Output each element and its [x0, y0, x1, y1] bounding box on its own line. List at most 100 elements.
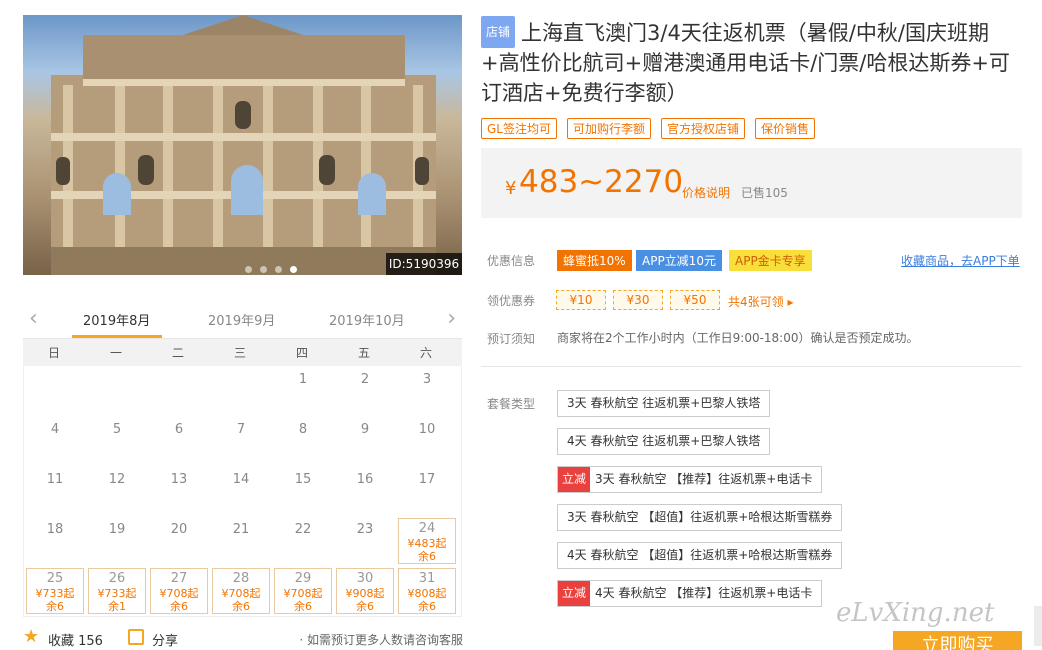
calendar-empty-cell	[24, 366, 86, 416]
image-id-tag: ID:5190396	[386, 253, 462, 275]
day-remaining: 余6	[356, 600, 374, 613]
chevron-left-icon[interactable]: ‹	[29, 306, 38, 331]
slide-indicator[interactable]	[245, 266, 297, 273]
calendar-day-available[interactable]: 26 ¥733起 余1	[88, 568, 146, 614]
slide-dot[interactable]	[275, 266, 282, 273]
package-label: 3天 春秋航空 往返机票+巴黎人铁塔	[567, 396, 761, 410]
coupons-more-link[interactable]: 共4张可领 ▸	[728, 293, 793, 310]
ruins-facade-illustration	[51, 15, 436, 275]
star-icon[interactable]: ★	[23, 626, 39, 647]
calendar-day: 22	[272, 516, 334, 566]
weekday-label: 五	[357, 346, 370, 360]
day-number: 23	[356, 522, 374, 537]
promotions-label: 优惠信息	[487, 254, 536, 268]
calendar-day: 10	[396, 416, 458, 466]
day-number: 24	[418, 521, 436, 536]
day-price: ¥908起	[345, 587, 385, 600]
calendar-day: 14	[210, 466, 272, 516]
package-option[interactable]: 3天 春秋航空 往返机票+巴黎人铁塔	[557, 390, 771, 417]
currency-symbol: ¥	[505, 178, 517, 199]
share-icon[interactable]	[128, 629, 144, 645]
tab-month-oct[interactable]: 2019年10月	[329, 310, 405, 329]
weekday-label: 六	[419, 346, 432, 360]
calendar-grid: 1 2 3 4 5 6 7 8 9 10 11 12 13 14 15 16 17 18 19 20 21 22 23 24 ¥…	[23, 366, 462, 617]
day-number: 3	[422, 372, 432, 387]
calendar-day: 8	[272, 416, 334, 466]
calendar-empty-cell	[210, 366, 272, 416]
package-option[interactable]: 4天 春秋航空 【超值】往返机票+哈根达斯雪糕券	[557, 542, 843, 569]
calendar-day-available[interactable]: 30 ¥908起 余6	[336, 568, 394, 614]
buy-now-button[interactable]: 立即购买	[893, 631, 1022, 650]
day-number: 19	[108, 522, 126, 537]
price-panel: ¥ 483~2270 价格说明 已售105	[481, 148, 1022, 218]
feature-tags: GL签注均可 可加购行李额 官方授权店铺 保价销售	[481, 118, 816, 139]
calendar-day-available[interactable]: 25 ¥733起 余6	[26, 568, 84, 614]
package-label: 3天 春秋航空 【超值】往返机票+哈根达斯雪糕券	[567, 510, 833, 524]
chevron-right-icon[interactable]: ›	[447, 306, 456, 331]
price-explain-link[interactable]: 价格说明	[682, 184, 730, 201]
calendar-day: 15	[272, 466, 334, 516]
slide-dot[interactable]	[245, 266, 252, 273]
day-number: 5	[112, 422, 122, 437]
share-button[interactable]: 分享	[152, 630, 178, 649]
coupon-10[interactable]: ¥10	[556, 290, 606, 310]
day-price: ¥708起	[159, 587, 199, 600]
scrollbar[interactable]	[1034, 606, 1042, 646]
day-number: 10	[418, 422, 436, 437]
package-label: 4天 春秋航空 往返机票+巴黎人铁塔	[567, 434, 761, 448]
tab-month-aug[interactable]: 2019年8月	[83, 310, 150, 329]
calendar-day: 23	[334, 516, 396, 566]
promo-badge-gold: APP金卡专享	[729, 250, 812, 271]
calendar-day: 21	[210, 516, 272, 566]
day-price: ¥483起	[407, 537, 447, 550]
day-number: 8	[298, 422, 308, 437]
coupon-50[interactable]: ¥50	[670, 290, 720, 310]
day-number: 6	[174, 422, 184, 437]
day-remaining: 余6	[294, 600, 312, 613]
slide-dot-active[interactable]	[290, 266, 297, 273]
package-label: 4天 春秋航空 【推荐】往返机票+电话卡	[595, 586, 813, 600]
calendar-day: 11	[24, 466, 86, 516]
coupon-30[interactable]: ¥30	[613, 290, 663, 310]
calendar-day: 18	[24, 516, 86, 566]
favorite-app-link[interactable]: 收藏商品，去APP下单	[901, 252, 1020, 269]
day-number: 17	[418, 472, 436, 487]
calendar-day: 3	[396, 366, 458, 416]
calendar-day-available[interactable]: 27 ¥708起 余6	[150, 568, 208, 614]
package-option[interactable]: 4天 春秋航空 往返机票+巴黎人铁塔	[557, 428, 771, 455]
day-number: 30	[356, 571, 374, 586]
discount-badge: 立减	[558, 467, 591, 492]
day-number: 31	[418, 571, 436, 586]
favorite-button[interactable]: 收藏 156	[48, 630, 103, 649]
day-number: 27	[170, 571, 188, 586]
package-option[interactable]: 3天 春秋航空 【超值】往返机票+哈根达斯雪糕券	[557, 504, 843, 531]
day-remaining: 余6	[232, 600, 250, 613]
calendar-day-available[interactable]: 28 ¥708起 余6	[212, 568, 270, 614]
day-number: 26	[108, 571, 126, 586]
calendar-day-available[interactable]: 29 ¥708起 余6	[274, 568, 332, 614]
product-title-block: 店铺 上海直飞澳门3/4天往返机票（暑假/中秋/国庆班期+高性价比航司+赠港澳通用…	[481, 16, 1026, 108]
calendar-day: 4	[24, 416, 86, 466]
weekday-label: 四	[295, 346, 308, 360]
shop-badge[interactable]: 店铺	[481, 16, 516, 48]
action-bar: ★ 收藏 156 分享 · 如需预订更多人数请咨询客服	[23, 626, 463, 649]
calendar-day: 6	[148, 416, 210, 466]
slide-dot[interactable]	[260, 266, 267, 273]
calendar-empty-cell	[86, 366, 148, 416]
product-image[interactable]: ID:5190396	[23, 15, 462, 275]
calendar-day: 17	[396, 466, 458, 516]
day-number: 20	[170, 522, 188, 537]
feature-tag: 可加购行李额	[567, 118, 652, 139]
tab-month-sep[interactable]: 2019年9月	[208, 310, 275, 329]
package-option[interactable]: 立减 4天 春秋航空 【推荐】往返机票+电话卡	[557, 580, 823, 607]
calendar-day: 19	[86, 516, 148, 566]
calendar-day: 5	[86, 416, 148, 466]
discount-badge: 立减	[558, 581, 591, 606]
day-remaining: 余6	[418, 550, 436, 563]
calendar-day-available[interactable]: 31 ¥808起 余6	[398, 568, 456, 614]
package-option[interactable]: 立减 3天 春秋航空 【推荐】往返机票+电话卡	[557, 466, 823, 493]
calendar-day-available[interactable]: 24 ¥483起 余6	[398, 518, 456, 564]
contact-note: · 如需预订更多人数请咨询客服	[299, 633, 463, 647]
day-number: 28	[232, 571, 250, 586]
product-title-text: 上海直飞澳门3/4天往返机票（暑假/中秋/国庆班期+高性价比航司+赠港澳通用电话…	[481, 21, 1010, 105]
